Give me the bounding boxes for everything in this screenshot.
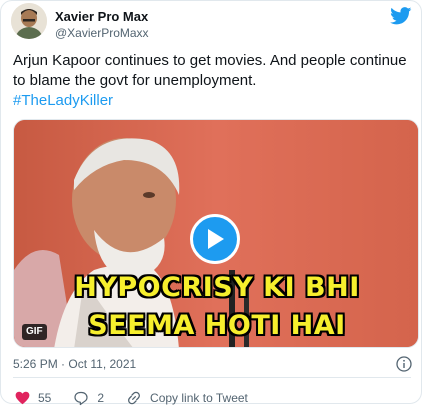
copy-link-button[interactable]: Copy link to Tweet bbox=[126, 390, 248, 406]
gif-caption-line-1: HYPOCRISY KI BHI bbox=[74, 272, 360, 303]
reply-count: 2 bbox=[97, 391, 105, 405]
gif-badge: GIF bbox=[22, 324, 47, 340]
divider bbox=[13, 377, 411, 378]
author-avatar[interactable] bbox=[11, 3, 47, 39]
gif-caption-line-2: SEEMA HOTI HAI bbox=[88, 310, 346, 341]
author-name[interactable]: Xavier Pro Max bbox=[55, 9, 148, 24]
reply-button[interactable]: 2 bbox=[73, 391, 104, 406]
action-bar: 55 2 Copy link to Tweet bbox=[15, 389, 270, 407]
gif-media[interactable]: HYPOCRISY KI BHI SEEMA HOTI HAI GIF bbox=[13, 119, 419, 348]
hashtag-link[interactable]: #TheLadyKiller bbox=[13, 92, 113, 109]
tweet-text: Arjun Kapoor continues to get movies. An… bbox=[13, 51, 413, 111]
info-icon[interactable] bbox=[396, 356, 412, 372]
tweet-body: Arjun Kapoor continues to get movies. An… bbox=[13, 52, 407, 89]
reply-bubble-icon bbox=[74, 391, 88, 405]
like-button[interactable]: 55 bbox=[15, 391, 51, 405]
author-handle[interactable]: @XavierProMaxx bbox=[55, 26, 149, 40]
like-count: 55 bbox=[38, 391, 52, 405]
play-icon bbox=[208, 229, 224, 249]
copy-link-label: Copy link to Tweet bbox=[150, 391, 248, 405]
tweet-card: Xavier Pro Max @XavierProMaxx Arjun Kapo… bbox=[0, 0, 422, 407]
twitter-bird-icon[interactable] bbox=[390, 7, 412, 25]
link-icon bbox=[128, 391, 141, 405]
play-button[interactable] bbox=[190, 214, 240, 264]
heart-icon bbox=[15, 391, 30, 405]
tweet-timestamp[interactable]: 5:26 PM · Oct 11, 2021 bbox=[13, 357, 136, 371]
